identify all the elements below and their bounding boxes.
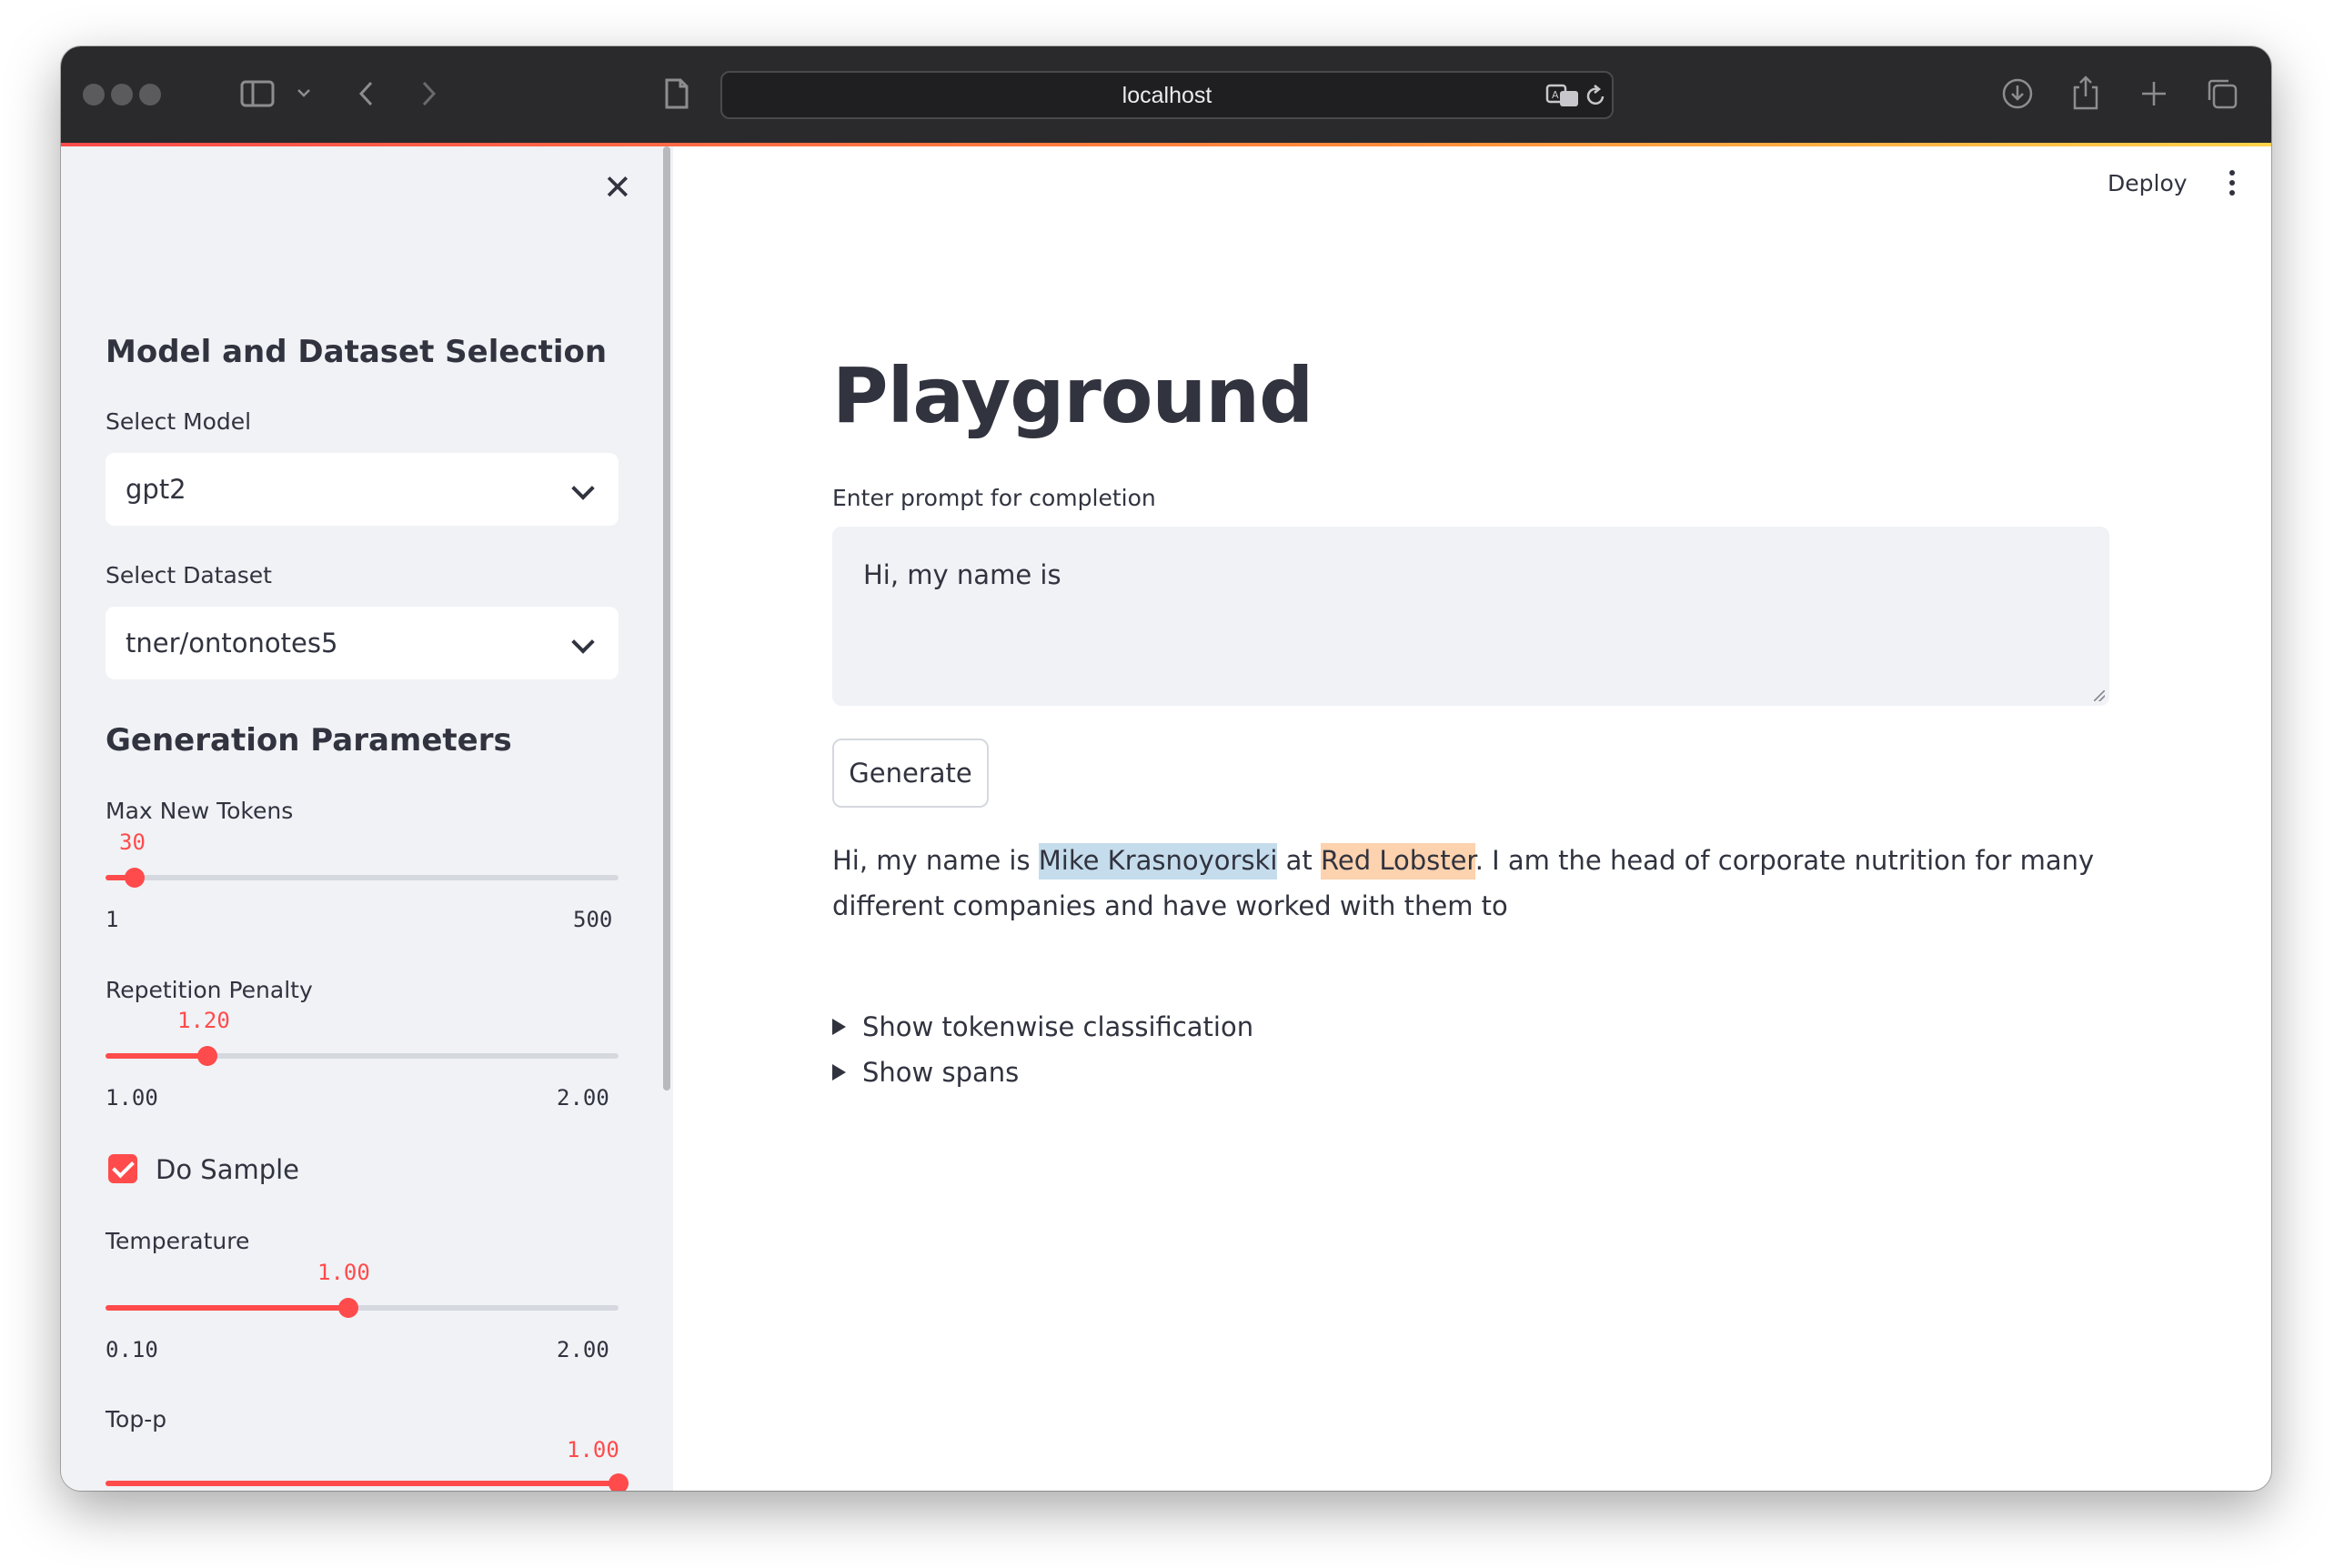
top-p-slider[interactable]	[106, 1470, 629, 1491]
temperature-max: 2.00	[557, 1337, 609, 1362]
sidebar-toggle-icon[interactable]	[240, 80, 275, 110]
slider-fill	[106, 1305, 348, 1311]
max-new-tokens-slider[interactable]	[106, 864, 619, 891]
address-bar[interactable]: localhost A	[720, 71, 1614, 119]
section-heading-model: Model and Dataset Selection	[106, 334, 608, 370]
slider-thumb[interactable]	[197, 1046, 217, 1066]
resize-handle[interactable]	[2094, 690, 2105, 701]
top-p-label: Top-p	[106, 1406, 167, 1432]
max-new-tokens-min: 1	[106, 907, 119, 932]
chevron-down-icon	[571, 477, 595, 500]
minimize-window-button[interactable]	[111, 84, 133, 106]
slider-fill	[106, 1053, 207, 1059]
entity-org: Red Lobster	[1321, 843, 1475, 879]
page-icon	[664, 78, 689, 112]
select-model-value: gpt2	[126, 474, 186, 505]
top-p-value: 1.00	[567, 1437, 619, 1462]
output-between: at	[1277, 845, 1321, 876]
slider-thumb[interactable]	[125, 868, 145, 888]
temperature-min: 0.10	[106, 1337, 158, 1362]
slider-track	[106, 875, 619, 880]
reload-icon[interactable]	[1584, 84, 1607, 112]
section-heading-generation: Generation Parameters	[106, 722, 512, 759]
temperature-slider[interactable]	[106, 1294, 619, 1322]
repetition-penalty-max: 2.00	[557, 1085, 609, 1111]
browser-toolbar: localhost A	[61, 46, 2271, 143]
expand-triangle-icon	[832, 1019, 846, 1035]
entity-person: Mike Krasnoyorski	[1038, 843, 1278, 879]
close-window-button[interactable]	[83, 84, 105, 106]
expander-tokenwise[interactable]: Show tokenwise classification	[832, 1011, 1253, 1042]
slider-fill	[106, 1481, 619, 1486]
url-text: localhost	[1122, 83, 1212, 108]
max-new-tokens-label: Max New Tokens	[106, 798, 294, 824]
svg-text:A: A	[1552, 89, 1559, 101]
select-model-dropdown[interactable]: gpt2	[106, 453, 619, 526]
prompt-input[interactable]: Hi, my name is	[832, 527, 2109, 706]
select-dataset-label: Select Dataset	[106, 562, 272, 588]
repetition-penalty-slider[interactable]	[106, 1042, 619, 1070]
chevron-down-icon	[571, 630, 595, 654]
do-sample-label[interactable]: Do Sample	[156, 1154, 299, 1185]
expander-spans[interactable]: Show spans	[832, 1057, 1019, 1088]
sidebar-scrollbar[interactable]	[663, 146, 670, 1091]
zoom-window-button[interactable]	[139, 84, 161, 106]
browser-window: localhost A ✕ Model and Dataset Selectio…	[61, 46, 2271, 1491]
expander-tokenwise-label: Show tokenwise classification	[862, 1011, 1254, 1042]
prompt-label: Enter prompt for completion	[832, 485, 1156, 511]
select-dataset-value: tner/ontonotes5	[126, 628, 338, 658]
select-model-label: Select Model	[106, 408, 252, 435]
output-prefix: Hi, my name is	[832, 845, 1039, 876]
max-new-tokens-value: 30	[119, 829, 146, 855]
translate-icon[interactable]: A	[1545, 83, 1580, 111]
tabs-overview-icon[interactable]	[2206, 77, 2238, 113]
max-new-tokens-max: 500	[573, 907, 613, 932]
expander-spans-label: Show spans	[862, 1057, 1020, 1088]
repetition-penalty-min: 1.00	[106, 1085, 158, 1111]
do-sample-checkbox[interactable]	[108, 1154, 137, 1183]
forward-icon[interactable]	[421, 80, 438, 110]
generate-button[interactable]: Generate	[832, 739, 989, 808]
page-title: Playground	[832, 351, 1313, 440]
download-icon[interactable]	[2001, 77, 2034, 113]
deploy-button[interactable]: Deploy	[2108, 170, 2188, 196]
expand-triangle-icon	[832, 1064, 846, 1081]
generated-output: Hi, my name is Mike Krasnoyorski at Red …	[832, 838, 2124, 929]
close-icon[interactable]: ✕	[603, 170, 632, 205]
repetition-penalty-label: Repetition Penalty	[106, 977, 313, 1003]
back-icon[interactable]	[357, 80, 374, 110]
share-icon[interactable]	[2071, 75, 2100, 114]
kebab-menu-icon[interactable]	[2229, 170, 2235, 200]
chevron-down-icon[interactable]	[297, 86, 311, 101]
slider-thumb[interactable]	[609, 1473, 629, 1491]
repetition-penalty-value: 1.20	[177, 1008, 230, 1033]
temperature-label: Temperature	[106, 1228, 250, 1254]
select-dataset-dropdown[interactable]: tner/ontonotes5	[106, 607, 619, 679]
slider-thumb[interactable]	[338, 1298, 358, 1318]
temperature-value: 1.00	[317, 1260, 370, 1285]
new-tab-icon[interactable]	[2140, 80, 2168, 110]
